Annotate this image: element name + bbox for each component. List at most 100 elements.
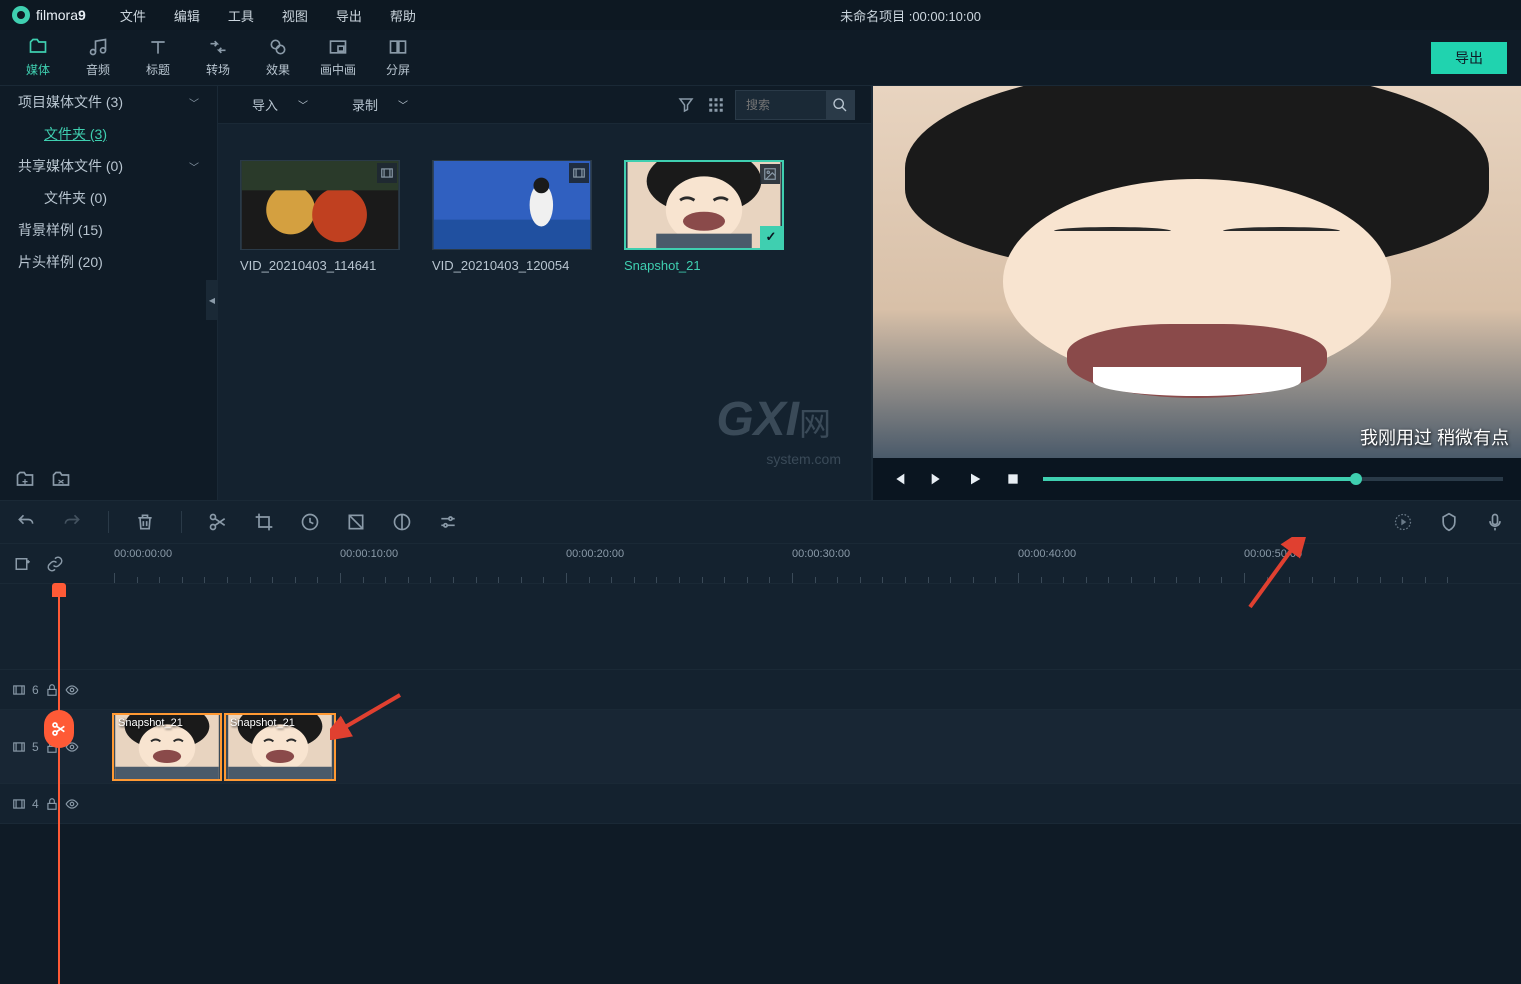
effects-icon [268, 37, 288, 57]
search-input[interactable] [736, 93, 826, 117]
redo-button[interactable] [62, 512, 82, 532]
tab-split[interactable]: 分屏 [368, 33, 428, 82]
timeline: 00:00:00:0000:00:10:0000:00:20:0000:00:3… [0, 544, 1521, 824]
video-badge-icon [569, 163, 589, 183]
menu-help[interactable]: 帮助 [378, 2, 428, 29]
sidebar-folder-shared[interactable]: 文件夹 (0) [0, 182, 217, 214]
speed-button[interactable] [300, 512, 320, 532]
render-preview-button[interactable] [1393, 512, 1413, 532]
tab-transitions[interactable]: 转场 [188, 33, 248, 82]
sidebar-collapse-button[interactable]: ◀ [206, 280, 218, 320]
track-content[interactable]: Snapshot_21Snapshot_21 [108, 710, 1521, 783]
menu-export[interactable]: 导出 [324, 2, 374, 29]
image-badge-icon [760, 164, 780, 184]
media-grid: VID_20210403_114641 VID_20210403_120054 … [218, 124, 871, 500]
timeline-tracks: 6 5 Snapshot_21Snapshot_21 4 [0, 584, 1521, 824]
chevron-down-icon: ﹀ [189, 159, 199, 174]
track-head: 4 [0, 784, 108, 823]
menu-edit[interactable]: 编辑 [162, 2, 212, 29]
preview-progress[interactable] [1043, 477, 1503, 481]
playhead[interactable] [58, 584, 60, 984]
media-label: Snapshot_21 [624, 258, 784, 273]
export-button[interactable]: 导出 [1431, 42, 1507, 74]
media-item[interactable]: ✓ Snapshot_21 [624, 160, 784, 273]
timeline-clip[interactable]: Snapshot_21 [224, 713, 336, 781]
undo-button[interactable] [16, 512, 36, 532]
sidebar-project-media[interactable]: 项目媒体文件 (3)﹀ [0, 86, 217, 118]
grid-view-icon[interactable] [705, 94, 727, 116]
delete-folder-icon[interactable] [50, 470, 72, 490]
tab-titles[interactable]: 标题 [128, 33, 188, 82]
media-panel: 导入﹀ 录制﹀ VID_20210403_114641 [218, 86, 871, 500]
voice-button[interactable] [1485, 512, 1505, 532]
play-button[interactable] [967, 471, 983, 487]
folder-icon [28, 37, 48, 57]
chevron-down-icon: ﹀ [398, 97, 408, 112]
sidebar-shared-media[interactable]: 共享媒体文件 (0)﹀ [0, 150, 217, 182]
adjust-button[interactable] [438, 512, 458, 532]
track-row: 6 [0, 670, 1521, 710]
delete-button[interactable] [135, 512, 155, 532]
import-button[interactable]: 导入﹀ [234, 91, 326, 118]
tab-audio[interactable]: 音频 [68, 33, 128, 82]
timeline-clip[interactable]: Snapshot_21 [112, 713, 222, 781]
project-title: 未命名项目 :00:00:10:00 [840, 6, 981, 25]
marker-button[interactable] [1439, 512, 1459, 532]
timeline-spacer [0, 584, 1521, 670]
preview-controls [873, 458, 1521, 500]
tab-effects[interactable]: 效果 [248, 33, 308, 82]
transition-icon [208, 37, 228, 57]
link-icon[interactable] [46, 555, 64, 573]
timeline-header: 00:00:00:0000:00:10:0000:00:20:0000:00:3… [0, 544, 1521, 584]
color-button[interactable] [346, 512, 366, 532]
music-icon [88, 37, 108, 57]
preview-caption: 我刚用过 稍微有点 [1360, 424, 1509, 450]
track-head: 6 [0, 670, 108, 709]
tool-tabs: 媒体 音频 标题 转场 效果 画中画 分屏 导出 [0, 30, 1521, 86]
lock-icon[interactable] [45, 797, 59, 811]
media-item[interactable]: VID_20210403_120054 [432, 160, 592, 273]
preview-panel: 我刚用过 稍微有点 [871, 86, 1521, 500]
tab-pip[interactable]: 画中画 [308, 33, 368, 82]
record-button[interactable]: 录制﹀ [334, 91, 426, 118]
progress-thumb[interactable] [1350, 473, 1362, 485]
sidebar-backgrounds[interactable]: 背景样例 (15) [0, 214, 217, 246]
menu-file[interactable]: 文件 [108, 2, 158, 29]
track-row: 4 [0, 784, 1521, 824]
crop-button[interactable] [254, 512, 274, 532]
media-sidebar: 项目媒体文件 (3)﹀ 文件夹 (3) 共享媒体文件 (0)﹀ 文件夹 (0) … [0, 86, 218, 500]
track-row[interactable]: 5 Snapshot_21Snapshot_21 [0, 710, 1521, 784]
stop-button[interactable] [1005, 471, 1021, 487]
eye-icon[interactable] [65, 683, 79, 697]
filter-icon[interactable] [675, 94, 697, 116]
sidebar-intros[interactable]: 片头样例 (20) [0, 246, 217, 278]
scissors-icon[interactable] [44, 710, 74, 748]
watermark: GXI网 system.com [716, 392, 841, 470]
search-button[interactable] [826, 91, 854, 119]
new-folder-icon[interactable] [14, 470, 36, 490]
pip-icon [328, 37, 348, 57]
green-screen-button[interactable] [392, 512, 412, 532]
add-track-icon[interactable] [14, 555, 32, 573]
media-label: VID_20210403_120054 [432, 258, 592, 273]
media-toolbar: 导入﹀ 录制﹀ [218, 86, 871, 124]
text-icon [148, 37, 168, 57]
tab-media[interactable]: 媒体 [8, 33, 68, 82]
media-item[interactable]: VID_20210403_114641 [240, 160, 400, 273]
logo-text: filmora [36, 7, 78, 23]
lock-icon[interactable] [45, 683, 59, 697]
sidebar-folder-project[interactable]: 文件夹 (3) [0, 118, 217, 150]
search-box [735, 90, 855, 120]
menu-tools[interactable]: 工具 [216, 2, 266, 29]
eye-icon[interactable] [65, 797, 79, 811]
media-label: VID_20210403_114641 [240, 258, 400, 273]
menu-bar: filmora9 文件 编辑 工具 视图 导出 帮助 未命名项目 :00:00:… [0, 0, 1521, 30]
split-button[interactable] [208, 512, 228, 532]
timeline-toolbar [0, 500, 1521, 544]
menu-view[interactable]: 视图 [270, 2, 320, 29]
prev-frame-button[interactable] [891, 471, 907, 487]
check-icon: ✓ [760, 226, 782, 248]
preview-viewport[interactable]: 我刚用过 稍微有点 [873, 86, 1521, 458]
timeline-ruler[interactable]: 00:00:00:0000:00:10:0000:00:20:0000:00:3… [108, 544, 1521, 583]
next-frame-button[interactable] [929, 471, 945, 487]
